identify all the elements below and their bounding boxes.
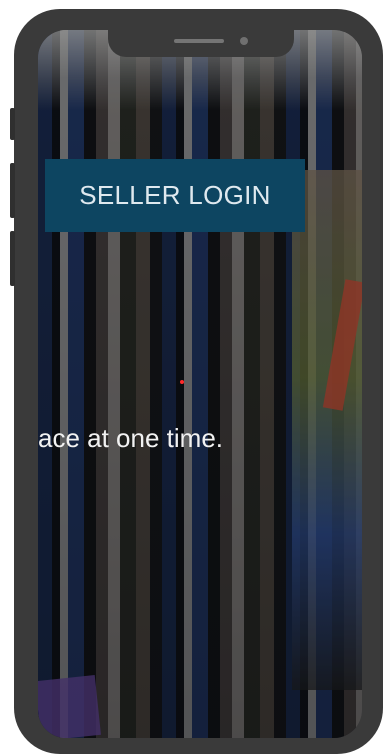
indicator-dot [180,380,184,384]
phone-screen [38,30,362,738]
volume-up-button [10,163,15,218]
volume-down-button [10,231,15,286]
camera-icon [240,37,248,45]
phone-notch [108,30,294,57]
seller-login-button[interactable]: SELLER LOGIN [45,159,305,232]
speaker-icon [174,39,224,43]
mute-switch [10,108,15,140]
hero-tagline: ace at one time. [38,423,223,453]
background-dim-overlay [38,30,362,738]
